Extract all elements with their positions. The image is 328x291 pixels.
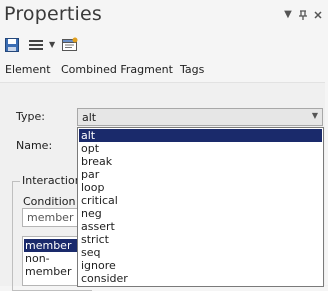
save-icon[interactable] [5,38,19,52]
close-icon[interactable] [312,9,324,21]
dropdown-option[interactable]: seq [79,246,322,259]
interaction-group-label: Interaction [20,174,84,187]
condition-label: Condition [23,195,76,208]
tab-element[interactable]: Element [5,63,51,76]
type-label: Type: [16,110,45,123]
dropdown-option[interactable]: critical [79,194,322,207]
dropdown-option[interactable]: assert [79,220,322,233]
dropdown-option[interactable]: strict [79,233,322,246]
chevron-down-icon[interactable]: ▼ [312,111,318,120]
list-item[interactable]: non-member [24,252,81,278]
dropdown-option[interactable]: ignore [79,259,322,272]
condition-input-value: member [27,211,74,224]
dropdown-option[interactable]: neg [79,207,322,220]
dropdown-option[interactable]: break [79,155,322,168]
operand-list[interactable]: member non-member [22,236,82,286]
dropdown-arrow-icon[interactable]: ▼ [49,40,55,49]
dropdown-option[interactable]: alt [79,129,322,142]
dropdown-option[interactable]: par [79,168,322,181]
tab-combined-fragment[interactable]: Combined Fragment [61,63,173,76]
chevron-down-icon[interactable]: ▼ [282,9,294,21]
menu-icon[interactable] [29,39,43,51]
type-dropdown-list[interactable]: alt opt break par loop critical neg asse… [77,127,324,287]
properties-icon[interactable] [62,37,78,52]
condition-input[interactable]: member [22,208,82,227]
type-select-value: alt [82,111,97,124]
list-item[interactable]: member [24,239,81,252]
type-select[interactable]: alt ▼ [77,108,323,126]
panel-title: Properties [4,3,103,25]
dropdown-option[interactable]: loop [79,181,322,194]
tab-tags[interactable]: Tags [180,63,204,76]
pin-icon[interactable] [297,9,309,21]
dropdown-option[interactable]: opt [79,142,322,155]
dropdown-option[interactable]: consider [79,272,322,285]
name-label: Name: [16,139,53,152]
